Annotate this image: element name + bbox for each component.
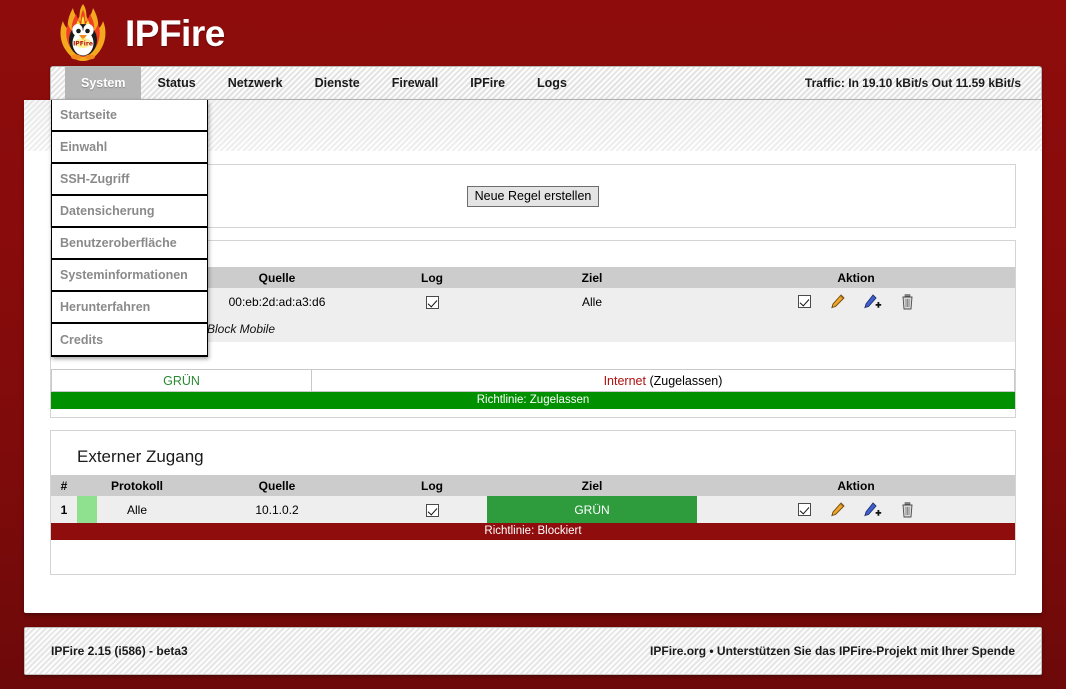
pencil-edit-icon[interactable] (830, 501, 845, 518)
menu-item-startseite-label: Startseite (60, 108, 117, 122)
menu-item-startseite[interactable]: Startseite (52, 100, 207, 132)
log-checkbox[interactable] (425, 503, 439, 517)
pencil-add-icon[interactable] (864, 293, 882, 310)
tab-logs-label: Logs (537, 76, 567, 90)
menu-item-einwahl[interactable]: Einwahl (52, 132, 207, 164)
cell-log (377, 288, 487, 315)
summary-source-zone: GRÜN (51, 369, 312, 392)
tab-system-label: System (81, 76, 126, 90)
menu-item-herunterfahren[interactable]: Herunterfahren (52, 292, 207, 324)
tab-firewall[interactable]: Firewall (376, 67, 455, 99)
table-row: 1 Alle 10.1.0.2 GRÜN (51, 496, 1015, 523)
tab-logs[interactable]: Logs (521, 67, 583, 99)
cell-log (377, 315, 487, 342)
external-access-panel: Externer Zugang # Protokoll Quelle Log Z… (50, 430, 1016, 575)
rules-summary-table: GRÜN Internet (Zugelassen) (51, 369, 1015, 392)
header-color (77, 475, 97, 496)
tab-ipfire[interactable]: IPFire (454, 67, 521, 99)
menu-item-systeminformationen[interactable]: Systeminformationen (52, 260, 207, 292)
header-log: Log (377, 475, 487, 496)
menu-item-ssh-zugriff[interactable]: SSH-Zugriff (52, 164, 207, 196)
cell-protokoll: Alle (97, 496, 177, 523)
tab-dienste-label: Dienste (314, 76, 360, 90)
cell-ziel (487, 315, 697, 342)
summary-target-zone: Internet (Zugelassen) (311, 369, 1015, 392)
navigation-wrapper: System Status Netzwerk Dienste Firewall … (50, 66, 1042, 357)
cell-ziel: GRÜN (487, 496, 697, 523)
ipfire-penguin-flame-logo-icon: IPFire (55, 2, 111, 64)
header-protokoll: Protokoll (97, 475, 177, 496)
svg-text:IPFire: IPFire (73, 41, 93, 48)
cell-quelle: 10.1.0.2 (177, 496, 377, 523)
tab-status[interactable]: Status (141, 67, 211, 99)
trash-delete-icon[interactable] (901, 501, 914, 518)
system-dropdown-menu: Startseite Einwahl SSH-Zugriff Datensich… (51, 100, 208, 357)
row-actions (697, 501, 1015, 518)
tab-status-label: Status (157, 76, 196, 90)
cell-ziel: Alle (487, 288, 697, 315)
header-aktion: Aktion (697, 267, 1015, 288)
cell-aktion (697, 288, 1015, 315)
cell-aktion (697, 496, 1015, 523)
table-header-row: # Protokoll Quelle Log Ziel Aktion (51, 475, 1015, 496)
menu-item-credits[interactable]: Credits (52, 324, 207, 356)
cell-color (77, 496, 97, 523)
menu-item-herunterfahren-label: Herunterfahren (60, 300, 151, 314)
footer-credit[interactable]: IPFire.org • Unterstützen Sie das IPFire… (650, 644, 1015, 658)
trash-delete-icon[interactable] (901, 293, 914, 310)
header-quelle: Quelle (177, 475, 377, 496)
enable-checkbox[interactable] (798, 503, 811, 516)
page-footer: IPFire 2.15 (i586) - beta3 IPFire.org • … (24, 627, 1042, 675)
policy-bar-allow: Richtlinie: Zugelassen (51, 392, 1015, 409)
pencil-add-icon[interactable] (864, 501, 882, 518)
menu-item-benutzeroberflaeche[interactable]: Benutzeroberfläche (52, 228, 207, 260)
page-title: IPFire (125, 12, 225, 54)
menu-item-einwahl-label: Einwahl (60, 140, 108, 154)
policy-bar-block: Richtlinie: Blockiert (51, 523, 1015, 540)
pencil-edit-icon[interactable] (830, 293, 845, 310)
source-zone-label: GRÜN (163, 373, 200, 388)
enable-checkbox[interactable] (798, 295, 811, 308)
tab-netzwerk[interactable]: Netzwerk (212, 67, 299, 99)
external-access-title: Externer Zugang (77, 447, 204, 466)
tab-dienste[interactable]: Dienste (299, 67, 376, 99)
menu-item-datensicherung[interactable]: Datensicherung (52, 196, 207, 228)
tab-system[interactable]: System (65, 67, 142, 99)
menu-item-systeminformationen-label: Systeminformationen (60, 268, 188, 282)
external-access-table: # Protokoll Quelle Log Ziel Aktion 1 All… (51, 475, 1015, 523)
header-index: # (51, 475, 77, 496)
brand-header: IPFire IPFire (0, 0, 1066, 66)
target-zone-label: Internet (603, 373, 646, 388)
footer-version: IPFire 2.15 (i586) - beta3 (51, 644, 188, 658)
menu-item-credits-label: Credits (60, 332, 104, 347)
menu-item-benutzeroberflaeche-label: Benutzeroberfläche (60, 236, 177, 250)
summary-row: GRÜN Internet (Zugelassen) (51, 369, 1015, 392)
menu-item-datensicherung-label: Datensicherung (60, 204, 155, 218)
target-zone-state: (Zugelassen) (649, 373, 723, 388)
header-aktion: Aktion (697, 475, 1015, 496)
traffic-status: Traffic: In 19.10 kBit/s Out 11.59 kBit/… (804, 76, 1021, 90)
tab-firewall-label: Firewall (391, 76, 439, 90)
tab-ipfire-label: IPFire (470, 76, 506, 90)
zone-color-swatch (77, 496, 97, 523)
cell-aktion (697, 315, 1015, 342)
new-rule-button[interactable]: Neue Regel erstellen (466, 185, 600, 207)
cell-log (377, 496, 487, 523)
main-navigation: System Status Netzwerk Dienste Firewall … (50, 66, 1042, 100)
tab-netzwerk-label: Netzwerk (227, 76, 283, 90)
log-checkbox[interactable] (425, 295, 439, 309)
header-log: Log (377, 267, 487, 288)
header-ziel: Ziel (487, 475, 697, 496)
row-actions (697, 293, 1015, 310)
menu-item-ssh-zugriff-label: SSH-Zugriff (60, 172, 130, 186)
cell-index: 1 (51, 496, 77, 523)
header-ziel: Ziel (487, 267, 697, 288)
